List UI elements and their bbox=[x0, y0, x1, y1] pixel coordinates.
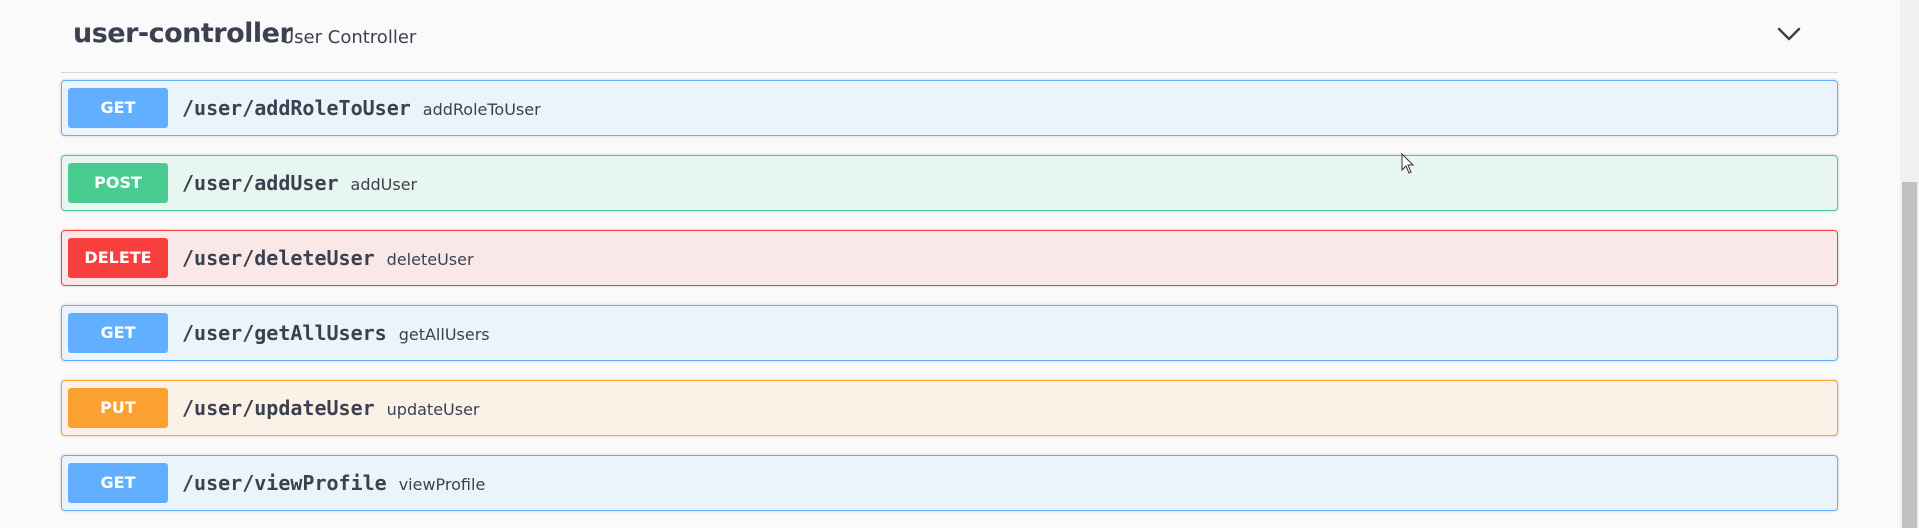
operation-row[interactable]: PUT /user/updateUser updateUser bbox=[61, 380, 1838, 436]
operation-summary: viewProfile bbox=[398, 475, 486, 494]
method-badge: PUT bbox=[68, 388, 168, 428]
scrollbar-thumb[interactable] bbox=[1902, 182, 1917, 528]
mouse-cursor-icon bbox=[1401, 153, 1415, 174]
operation-path: /user/viewProfile bbox=[182, 471, 387, 495]
method-badge: DELETE bbox=[68, 238, 168, 278]
operation-row[interactable]: GET /user/viewProfile viewProfile bbox=[61, 455, 1838, 511]
operation-path: /user/deleteUser bbox=[182, 246, 375, 270]
operations-list: GET /user/addRoleToUser addRoleToUser PO… bbox=[61, 80, 1838, 528]
operation-row[interactable]: GET /user/getAllUsers getAllUsers bbox=[61, 305, 1838, 361]
operation-row[interactable]: DELETE /user/deleteUser deleteUser bbox=[61, 230, 1838, 286]
method-badge: GET bbox=[68, 313, 168, 353]
method-badge: GET bbox=[68, 463, 168, 503]
section-header[interactable]: user-controller User Controller bbox=[61, 0, 1838, 73]
operation-path: /user/updateUser bbox=[182, 396, 375, 420]
operation-summary: addUser bbox=[350, 175, 418, 194]
operation-path: /user/addRoleToUser bbox=[182, 96, 411, 120]
method-badge: POST bbox=[68, 163, 168, 203]
operation-path: /user/getAllUsers bbox=[182, 321, 387, 345]
operation-path: /user/addUser bbox=[182, 171, 339, 195]
swagger-page: user-controller User Controller GET /use… bbox=[0, 0, 1919, 528]
operation-summary: getAllUsers bbox=[398, 325, 490, 344]
operation-row[interactable]: GET /user/addRoleToUser addRoleToUser bbox=[61, 80, 1838, 136]
method-badge: GET bbox=[68, 88, 168, 128]
operation-summary: updateUser bbox=[386, 400, 480, 419]
chevron-down-icon[interactable] bbox=[1775, 20, 1803, 48]
operation-summary: deleteUser bbox=[386, 250, 474, 269]
operation-row[interactable]: POST /user/addUser addUser bbox=[61, 155, 1838, 211]
section-description: User Controller bbox=[281, 27, 417, 48]
section-title: user-controller bbox=[73, 18, 293, 49]
operation-summary: addRoleToUser bbox=[422, 100, 541, 119]
